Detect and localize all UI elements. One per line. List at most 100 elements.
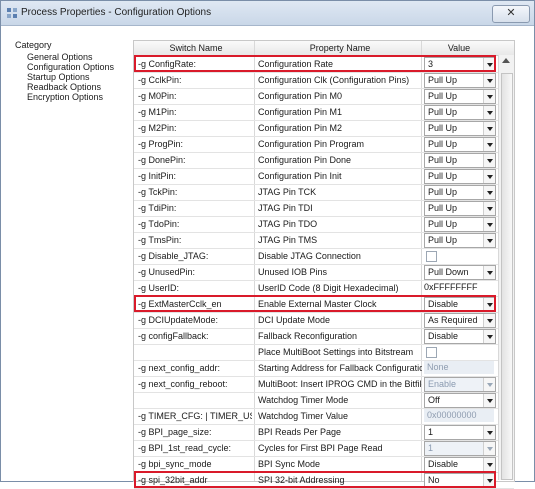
value-dropdown[interactable]: 1 [424, 425, 496, 440]
value-dropdown[interactable]: 1 [424, 441, 496, 456]
chevron-down-icon[interactable] [483, 426, 495, 439]
chevron-down-icon[interactable] [483, 58, 495, 71]
chevron-down-icon[interactable] [483, 474, 495, 487]
switch-name-cell: -g M0Pin: [138, 91, 177, 101]
table-row: -g Disable_JTAG: Disable JTAG Connection [134, 248, 514, 265]
category-item-general-options[interactable]: General Options [15, 52, 133, 62]
scroll-thumb[interactable] [501, 73, 513, 480]
value-dropdown[interactable]: Disable [424, 297, 496, 312]
switch-name-cell: -g TckPin: [138, 187, 178, 197]
scroll-up-icon[interactable] [502, 58, 510, 63]
property-name-cell: Configuration Pin Program [258, 139, 365, 149]
chevron-down-icon[interactable] [483, 298, 495, 311]
table-row: -g UserID: UserID Code (8 Digit Hexadecim… [134, 280, 514, 297]
value-text-field[interactable]: 0x00000000 [424, 409, 494, 422]
value-dropdown[interactable]: Pull Up [424, 233, 496, 248]
property-name-cell: JTAG Pin TDO [258, 219, 318, 229]
switch-name-cell: -g TdoPin: [138, 219, 180, 229]
chevron-down-icon[interactable] [483, 106, 495, 119]
value-checkbox[interactable] [426, 347, 437, 358]
value-dropdown[interactable]: Pull Up [424, 169, 496, 184]
chevron-down-icon[interactable] [483, 378, 495, 391]
table-row: Watchdog Timer Mode Off [134, 392, 514, 409]
value-dropdown-text: Enable [428, 379, 457, 389]
chevron-down-icon[interactable] [483, 266, 495, 279]
value-dropdown-text: Pull Up [428, 155, 458, 165]
vertical-scrollbar[interactable] [498, 55, 514, 480]
value-text-field[interactable]: 0xFFFFFFFF [424, 281, 478, 294]
chevron-down-icon[interactable] [483, 170, 495, 183]
switch-name-cell: -g ExtMasterCclk_en [138, 299, 222, 309]
property-name-cell: Enable External Master Clock [258, 299, 377, 309]
chevron-down-icon[interactable] [483, 218, 495, 231]
value-dropdown-text: Disable [428, 459, 459, 469]
value-dropdown-text: 1 [428, 427, 434, 437]
switch-name-cell [138, 344, 252, 360]
value-dropdown[interactable]: Pull Up [424, 89, 496, 104]
property-name-cell: MultiBoot: Insert IPROG CMD in the Bitfi… [258, 379, 422, 389]
value-dropdown-text: Pull Up [428, 123, 458, 133]
table-row: -g next_config_addr: Starting Address for… [134, 360, 514, 377]
value-text-field[interactable]: None [424, 361, 494, 374]
chevron-down-icon[interactable] [483, 458, 495, 471]
category-item-readback-options[interactable]: Readback Options [15, 82, 133, 92]
chevron-down-icon[interactable] [483, 394, 495, 407]
properties-grid: Switch Name Property Name Value -g Confi… [133, 40, 515, 489]
property-name-cell: Fallback Reconfiguration [258, 331, 358, 341]
value-dropdown[interactable]: Pull Up [424, 73, 496, 88]
chevron-down-icon[interactable] [483, 90, 495, 103]
chevron-down-icon[interactable] [483, 154, 495, 167]
switch-name-cell: -g M1Pin: [138, 107, 177, 117]
value-dropdown[interactable]: Disable [424, 457, 496, 472]
chevron-down-icon[interactable] [483, 234, 495, 247]
value-dropdown-text: Disable [428, 331, 459, 341]
value-dropdown[interactable]: Pull Up [424, 137, 496, 152]
category-item-encryption-options[interactable]: Encryption Options [15, 92, 133, 102]
value-dropdown[interactable]: Pull Up [424, 185, 496, 200]
value-dropdown[interactable]: Pull Down [424, 265, 496, 280]
switch-name-cell: -g configFallback: [138, 331, 209, 341]
value-dropdown[interactable]: No [424, 473, 496, 488]
chevron-down-icon[interactable] [483, 330, 495, 343]
value-dropdown-text: Pull Up [428, 235, 458, 245]
property-name-cell: BPI Reads Per Page [258, 427, 342, 437]
chevron-down-icon[interactable] [483, 74, 495, 87]
switch-name-cell: -g TIMER_CFG: | TIMER_USR: [138, 411, 252, 421]
property-name-cell: Disable JTAG Connection [258, 251, 361, 261]
table-row: -g TdiPin: JTAG Pin TDI Pull Up [134, 200, 514, 217]
value-dropdown[interactable]: As Required [424, 313, 496, 328]
table-row: -g ExtMasterCclk_en Enable External Maste… [134, 296, 514, 313]
value-dropdown[interactable]: Disable [424, 329, 496, 344]
chevron-down-icon[interactable] [483, 314, 495, 327]
value-dropdown[interactable]: Pull Up [424, 153, 496, 168]
category-item-configuration-options[interactable]: Configuration Options [15, 62, 133, 72]
value-dropdown-text: Pull Up [428, 107, 458, 117]
value-dropdown[interactable]: Off [424, 393, 496, 408]
table-row: -g BPI_1st_read_cycle: Cycles for First B… [134, 440, 514, 457]
category-item-startup-options[interactable]: Startup Options [15, 72, 133, 82]
value-dropdown[interactable]: Pull Up [424, 217, 496, 232]
property-name-cell: BPI Sync Mode [258, 459, 321, 469]
table-row: -g TckPin: JTAG Pin TCK Pull Up [134, 184, 514, 201]
value-dropdown[interactable]: Pull Up [424, 105, 496, 120]
dialog-body: Category General Options Configuration O… [1, 26, 534, 489]
switch-name-cell: -g BPI_1st_read_cycle: [138, 443, 232, 453]
value-checkbox[interactable] [426, 251, 437, 262]
chevron-down-icon[interactable] [483, 186, 495, 199]
switch-name-cell: -g spi_32bit_addr [138, 475, 208, 485]
switch-name-cell: -g BPI_page_size: [138, 427, 212, 437]
header-value: Value [447, 43, 471, 53]
value-dropdown[interactable]: Enable [424, 377, 496, 392]
process-properties-dialog: Process Properties - Configuration Optio… [0, 0, 535, 489]
chevron-down-icon[interactable] [483, 202, 495, 215]
value-dropdown[interactable]: 3 [424, 57, 496, 72]
close-button[interactable]: ✕ [492, 5, 530, 23]
table-row: -g configFallback: Fallback Reconfigurati… [134, 328, 514, 345]
chevron-down-icon[interactable] [483, 122, 495, 135]
chevron-down-icon[interactable] [483, 138, 495, 151]
value-dropdown[interactable]: Pull Up [424, 121, 496, 136]
value-dropdown-text: Pull Up [428, 219, 458, 229]
value-dropdown[interactable]: Pull Up [424, 201, 496, 216]
value-dropdown-text: 1 [428, 443, 434, 453]
chevron-down-icon[interactable] [483, 442, 495, 455]
